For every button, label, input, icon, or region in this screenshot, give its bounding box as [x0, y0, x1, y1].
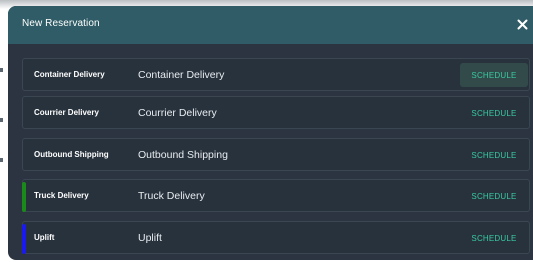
- reservation-type-label: Courrier Delivery: [34, 108, 99, 117]
- page-edge-marker: [0, 158, 3, 162]
- reservation-row-courrier-delivery[interactable]: Courrier Delivery Courrier Delivery SCHE…: [22, 96, 530, 129]
- reservation-type-label: Uplift: [34, 233, 55, 242]
- dialog-title: New Reservation: [22, 18, 100, 29]
- page-edge-marker: [0, 68, 3, 72]
- row-color-accent: [22, 224, 26, 254]
- reservation-name: Uplift: [138, 232, 162, 244]
- schedule-button[interactable]: SCHEDULE: [460, 226, 528, 250]
- reservation-name: Container Delivery: [138, 69, 225, 81]
- schedule-button[interactable]: SCHEDULE: [460, 101, 528, 125]
- reservation-row-truck-delivery[interactable]: Truck Delivery Truck Delivery SCHEDULE: [22, 179, 530, 212]
- reservation-row-uplift[interactable]: Uplift Uplift SCHEDULE: [22, 221, 530, 254]
- close-icon: [517, 19, 527, 29]
- dialog-header: New Reservation: [8, 6, 533, 44]
- reservation-type-label: Truck Delivery: [34, 191, 89, 200]
- reservation-type-label: Container Delivery: [34, 70, 105, 79]
- reservation-row-container-delivery[interactable]: Container Delivery Container Delivery SC…: [22, 58, 530, 91]
- new-reservation-dialog: New Reservation Container Delivery Conta…: [8, 6, 533, 260]
- reservation-name: Truck Delivery: [138, 190, 205, 202]
- reservation-name: Courrier Delivery: [138, 107, 217, 119]
- reservation-name: Outbound Shipping: [138, 149, 228, 161]
- schedule-button[interactable]: SCHEDULE: [460, 63, 528, 87]
- page: New Reservation Container Delivery Conta…: [0, 0, 533, 262]
- reservation-row-outbound-shipping[interactable]: Outbound Shipping Outbound Shipping SCHE…: [22, 138, 530, 171]
- page-edge-marker: [0, 118, 3, 122]
- close-button[interactable]: [514, 15, 530, 33]
- schedule-button[interactable]: SCHEDULE: [460, 184, 528, 208]
- reservation-type-label: Outbound Shipping: [34, 150, 109, 159]
- schedule-button[interactable]: SCHEDULE: [460, 143, 528, 167]
- row-color-accent: [22, 182, 26, 212]
